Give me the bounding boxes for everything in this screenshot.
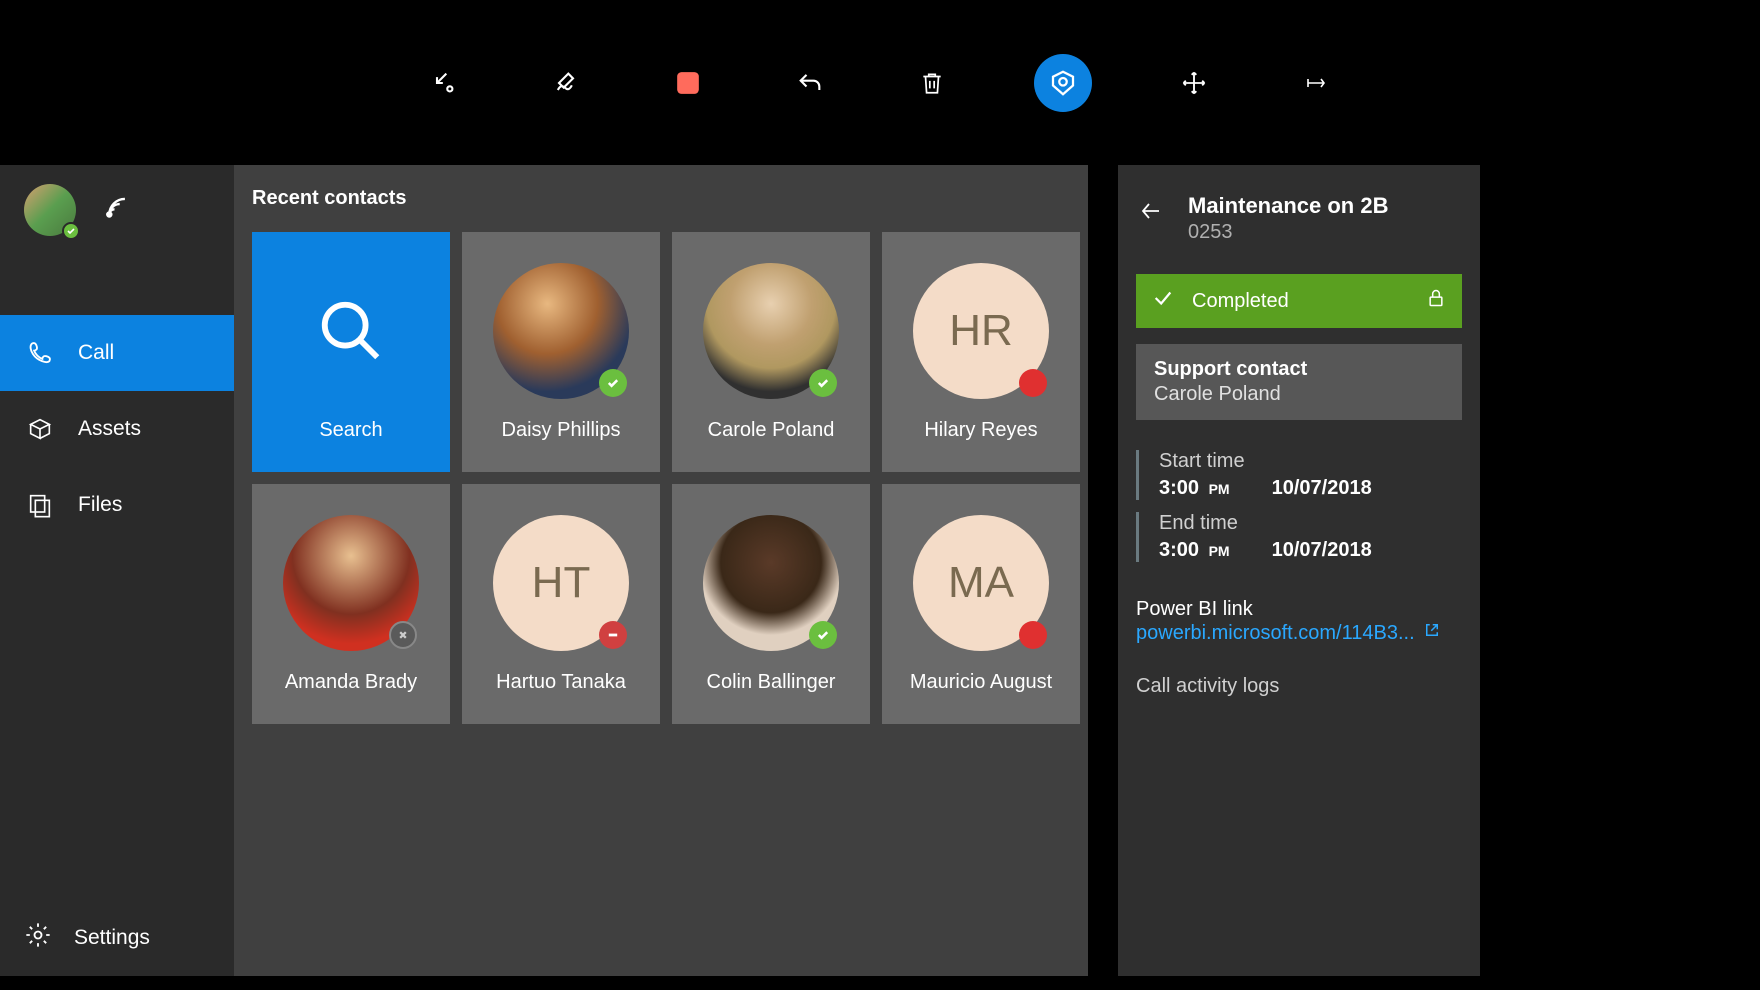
status-indicator — [599, 621, 627, 649]
section-title: Recent contacts — [252, 187, 1078, 210]
search-tile-label: Search — [319, 419, 382, 442]
contact-tile[interactable]: Carole Poland — [672, 232, 870, 472]
contact-tile[interactable]: Amanda Brady — [252, 484, 450, 724]
contact-tile[interactable]: Colin Ballinger — [672, 484, 870, 724]
contact-name: Colin Ballinger — [707, 671, 836, 694]
user-avatar[interactable] — [24, 184, 76, 236]
nav-files[interactable]: Files — [0, 467, 234, 543]
undo-icon[interactable] — [790, 63, 830, 103]
contact-name: Carole Poland — [708, 419, 835, 442]
contact-avatar: HT — [493, 515, 629, 651]
contact-avatar — [283, 515, 419, 651]
detail-panel: Maintenance on 2B 0253 Completed Support… — [1118, 165, 1480, 976]
nav-files-label: Files — [78, 493, 122, 517]
contact-avatar — [703, 263, 839, 399]
detail-title: Maintenance on 2B — [1188, 193, 1388, 219]
nav-settings[interactable]: Settings — [0, 900, 234, 976]
status-indicator — [809, 369, 837, 397]
support-contact-card[interactable]: Support contact Carole Poland — [1136, 344, 1462, 420]
check-icon — [1152, 287, 1174, 315]
nav-assets-label: Assets — [78, 417, 141, 441]
nav-assets[interactable]: Assets — [0, 391, 234, 467]
back-button[interactable] — [1136, 199, 1166, 228]
nav-settings-label: Settings — [74, 926, 150, 950]
move-icon[interactable] — [1174, 63, 1214, 103]
end-time-label: End time — [1159, 512, 1462, 535]
contact-avatar: HR — [913, 263, 1049, 399]
trash-icon[interactable] — [912, 63, 952, 103]
powerbi-link[interactable]: powerbi.microsoft.com/114B3... — [1136, 621, 1462, 645]
contact-name: Amanda Brady — [285, 671, 417, 694]
external-link-icon — [1423, 621, 1441, 645]
pin-icon[interactable] — [1296, 63, 1336, 103]
contact-name: Daisy Phillips — [502, 419, 621, 442]
status-label: Completed — [1192, 290, 1408, 313]
end-time-block: End time 3:00 PM 10/07/2018 — [1136, 512, 1462, 562]
status-completed[interactable]: Completed — [1136, 274, 1462, 328]
contact-name: Hilary Reyes — [924, 419, 1037, 442]
sidebar: Call Assets Files Settings — [0, 165, 234, 976]
nav-call-label: Call — [78, 341, 114, 365]
status-indicator — [599, 369, 627, 397]
status-indicator — [809, 621, 837, 649]
contact-tile[interactable]: HR Hilary Reyes — [882, 232, 1080, 472]
toolbar — [0, 0, 1760, 165]
contact-name: Mauricio August — [910, 671, 1052, 694]
status-indicator — [1019, 369, 1047, 397]
support-label: Support contact — [1154, 358, 1444, 381]
contact-tile[interactable]: MA Mauricio August — [882, 484, 1080, 724]
files-icon — [24, 491, 56, 519]
contact-avatar — [493, 263, 629, 399]
wifi-icon[interactable] — [104, 195, 138, 226]
phone-icon — [24, 339, 56, 367]
contact-avatar: MA — [913, 515, 1049, 651]
remote-assist-icon[interactable] — [1034, 54, 1092, 112]
ink-icon[interactable] — [546, 63, 586, 103]
contact-name: Hartuo Tanaka — [496, 671, 626, 694]
contact-tile[interactable]: Daisy Phillips — [462, 232, 660, 472]
gear-icon — [24, 921, 52, 955]
support-value: Carole Poland — [1154, 383, 1444, 406]
contact-tile[interactable]: HT Hartuo Tanaka — [462, 484, 660, 724]
contact-avatar — [703, 515, 839, 651]
start-time-block: Start time 3:00 PM 10/07/2018 — [1136, 450, 1462, 500]
nav-call[interactable]: Call — [0, 315, 234, 391]
box-icon — [24, 415, 56, 443]
search-tile[interactable]: Search — [252, 232, 450, 472]
shape-icon[interactable] — [668, 63, 708, 103]
start-time-label: Start time — [1159, 450, 1462, 473]
activity-logs-label: Call activity logs — [1136, 675, 1462, 698]
status-indicator — [1019, 621, 1047, 649]
arrow-in-icon[interactable] — [424, 63, 464, 103]
main-content: Recent contacts Search Daisy Phillips Caro… — [234, 165, 1088, 976]
detail-subtitle: 0253 — [1188, 221, 1388, 244]
lock-icon — [1426, 287, 1446, 315]
powerbi-label: Power BI link — [1136, 598, 1462, 621]
status-indicator — [389, 621, 417, 649]
